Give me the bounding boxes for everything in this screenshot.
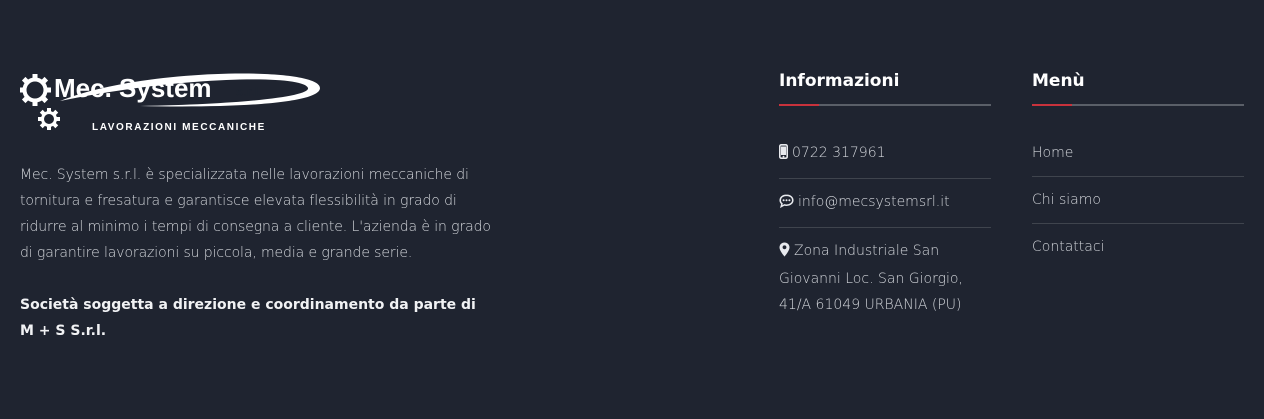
menu-link-contattaci[interactable]: Contattaci [1032, 234, 1244, 270]
info-column: Informazioni 0722 317961 info@mecsystems… [779, 68, 991, 338]
gear-logo-icon: Mec. System s.r.l. LAVORAZIONI MECCANICH… [20, 73, 320, 133]
info-title-rule [779, 104, 991, 106]
info-phone: 0722 317961 [792, 145, 886, 161]
info-title: Informazioni [779, 71, 900, 91]
about-description: Mec. System s.r.l. è specializzata nelle… [20, 167, 491, 261]
info-list: 0722 317961 info@mecsystemsrl.it Zona In… [779, 140, 991, 328]
chat-bubble-icon [779, 191, 794, 217]
info-email-row[interactable]: info@mecsystemsrl.it [779, 189, 991, 228]
menu-title-rule [1032, 104, 1244, 106]
menu-title: Menù [1032, 71, 1085, 91]
about-note: Società soggetta a direzione e coordinam… [20, 297, 476, 339]
map-marker-icon [779, 240, 790, 266]
menu-list: Home Chi siamo Contattaci [1032, 140, 1244, 270]
info-address-row: Zona Industriale San Giovanni Loc. San G… [779, 238, 991, 328]
logo-suffix: s.r.l. [236, 84, 262, 99]
menu-column: Menù Home Chi siamo Contattaci [1032, 68, 1244, 280]
about-section: Mec. System s.r.l. LAVORAZIONI MECCANICH… [20, 68, 500, 344]
info-address: Zona Industriale San Giovanni Loc. San G… [779, 243, 963, 313]
info-title-accent [779, 104, 819, 106]
menu-title-accent [1032, 104, 1072, 106]
company-logo[interactable]: Mec. System s.r.l. LAVORAZIONI MECCANICH… [20, 68, 330, 134]
mobile-phone-icon [779, 142, 789, 168]
menu-link-home[interactable]: Home [1032, 140, 1244, 177]
info-phone-row[interactable]: 0722 317961 [779, 140, 991, 179]
logo-name: Mec. System [54, 73, 212, 103]
logo-tagline: LAVORAZIONI MECCANICHE [92, 122, 266, 133]
menu-link-chi-siamo[interactable]: Chi siamo [1032, 187, 1244, 224]
info-email: info@mecsystemsrl.it [798, 194, 950, 210]
site-footer: Mec. System s.r.l. LAVORAZIONI MECCANICH… [0, 0, 1264, 419]
